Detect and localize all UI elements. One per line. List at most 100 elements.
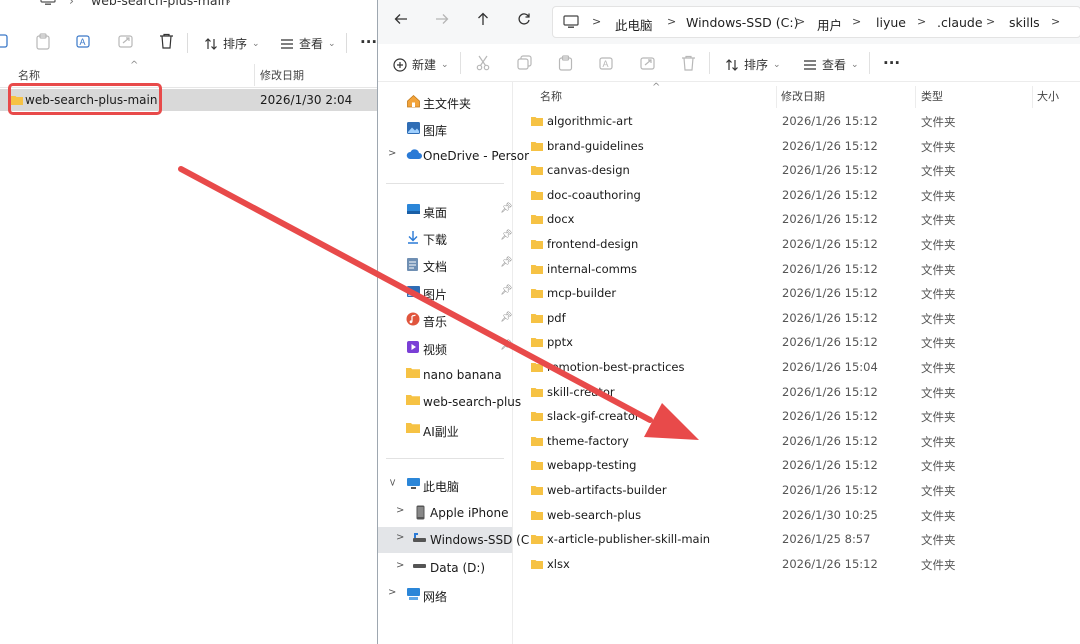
- forward-arrow-icon[interactable]: [435, 12, 449, 29]
- pin-icon[interactable]: 📌︎: [500, 230, 513, 241]
- new-item-icon[interactable]: [0, 33, 10, 49]
- pin-icon[interactable]: 📌︎: [500, 312, 513, 323]
- file-row[interactable]: remotion-best-practices 2026/1/26 15:04 文件…: [514, 355, 1080, 380]
- rename-icon[interactable]: A: [76, 33, 93, 50]
- breadcrumb-this-pc[interactable]: 此电脑: [615, 15, 653, 34]
- rename-icon[interactable]: A: [599, 55, 615, 71]
- chevron-down-icon: ⌄: [773, 59, 781, 70]
- sort-label: 排序: [223, 37, 248, 51]
- file-type: 文件夹: [921, 115, 956, 129]
- share-icon[interactable]: [640, 55, 656, 71]
- nav-item-network[interactable]: > 网络: [378, 582, 512, 608]
- file-date: 2026/1/26 15:04: [782, 360, 878, 374]
- left-toolbar: A 排序 ⌄ 查看 ⌄ ···: [0, 26, 377, 58]
- sort-button[interactable]: 排序 ⌄: [725, 56, 781, 73]
- file-row[interactable]: x-article-publisher-skill-main 2026/1/25 …: [514, 527, 1080, 552]
- file-row[interactable]: web-search-plus 2026/1/30 10:25 文件夹: [514, 503, 1080, 528]
- nav-item-ai[interactable]: AI副业: [378, 417, 512, 443]
- left-address-bar[interactable]: › web-search-plus-main ›: [0, 0, 377, 11]
- file-list: ^ 名称 修改日期 类型 大小 algorithmic-art 2026/1/26…: [514, 82, 1080, 644]
- file-name: skill-creator: [547, 384, 615, 399]
- file-row[interactable]: pdf 2026/1/26 15:12 文件夹: [514, 306, 1080, 331]
- address-bar[interactable]: > 此电脑 > Windows-SSD (C:) > 用户 > liyue > …: [552, 6, 1080, 38]
- file-type: 文件夹: [921, 361, 956, 375]
- nav-item-home[interactable]: 主文件夹: [378, 89, 512, 115]
- nav-label: 图库: [423, 124, 448, 138]
- column-name-header[interactable]: 名称: [18, 67, 40, 83]
- chevron-right-icon: ›: [69, 0, 74, 8]
- cut-icon[interactable]: [476, 55, 490, 71]
- column-type-header[interactable]: 类型: [921, 88, 943, 104]
- pin-icon[interactable]: 📌︎: [500, 257, 513, 268]
- more-button[interactable]: ···: [883, 54, 900, 72]
- breadcrumb-c-drive[interactable]: Windows-SSD (C:): [686, 15, 798, 30]
- up-arrow-icon[interactable]: [476, 12, 490, 29]
- nav-item-downloads[interactable]: 下载 📌︎: [378, 225, 513, 251]
- more-button[interactable]: ···: [360, 33, 377, 51]
- file-row[interactable]: canvas-design 2026/1/26 15:12 文件夹: [514, 158, 1080, 183]
- file-row[interactable]: web-artifacts-builder 2026/1/26 15:12 文件夹: [514, 478, 1080, 503]
- file-row[interactable]: brand-guidelines 2026/1/26 15:12 文件夹: [514, 134, 1080, 159]
- file-row[interactable]: pptx 2026/1/26 15:12 文件夹: [514, 330, 1080, 355]
- nav-item-gallery[interactable]: 图库: [378, 116, 512, 142]
- column-name-header[interactable]: 名称: [540, 88, 562, 104]
- file-row[interactable]: algorithmic-art 2026/1/26 15:12 文件夹: [514, 109, 1080, 134]
- delete-icon[interactable]: [681, 55, 696, 71]
- sort-button[interactable]: 排序 ⌄: [204, 35, 260, 52]
- file-row[interactable]: webapp-testing 2026/1/26 15:12 文件夹: [514, 453, 1080, 478]
- svg-text:A: A: [80, 37, 86, 47]
- nav-label: web-search-plus: [423, 395, 522, 409]
- breadcrumb-users[interactable]: 用户: [817, 15, 842, 34]
- file-row[interactable]: mcp-builder 2026/1/26 15:12 文件夹: [514, 281, 1080, 306]
- copy-icon[interactable]: [517, 55, 532, 70]
- pin-icon[interactable]: 📌︎: [500, 285, 513, 296]
- nav-item-documents[interactable]: 文档 📌︎: [378, 252, 513, 278]
- nav-item-nano-banana[interactable]: nano banana: [378, 362, 512, 388]
- nav-item-desktop[interactable]: 桌面 📌︎: [378, 198, 513, 224]
- nav-item-music[interactable]: 音乐 📌︎: [378, 307, 513, 333]
- file-name: webapp-testing: [547, 458, 637, 473]
- column-date-header[interactable]: 修改日期: [260, 67, 304, 83]
- file-date: 2026/1/30 10:25: [782, 507, 878, 522]
- refresh-icon[interactable]: [517, 12, 531, 29]
- left-path-name[interactable]: web-search-plus-main: [91, 0, 229, 8]
- file-row[interactable]: slack-gif-creator 2026/1/26 15:12 文件夹: [514, 404, 1080, 429]
- navigation-bar: > 此电脑 > Windows-SSD (C:) > 用户 > liyue > …: [378, 0, 1080, 44]
- right-toolbar: 新建 ⌄ A 排序 ⌄ 查看 ⌄ ···: [378, 44, 1080, 82]
- toolbar-divider: [709, 52, 710, 74]
- file-row[interactable]: frontend-design 2026/1/26 15:12 文件夹: [514, 232, 1080, 257]
- share-icon[interactable]: [118, 33, 134, 49]
- file-row[interactable]: xlsx 2026/1/26 15:12 文件夹: [514, 552, 1080, 577]
- view-icon: [804, 59, 816, 70]
- chevron-right-icon: >: [388, 587, 397, 598]
- nav-item-d-drive[interactable]: > Data (D:): [378, 555, 512, 581]
- nav-item-web-search-plus[interactable]: web-search-plus: [378, 389, 521, 415]
- breadcrumb-liyue[interactable]: liyue: [876, 15, 906, 30]
- nav-label: nano banana: [423, 368, 502, 382]
- breadcrumb-skills[interactable]: skills: [1009, 15, 1040, 30]
- back-arrow-icon[interactable]: [394, 12, 408, 29]
- delete-icon[interactable]: [159, 33, 174, 49]
- file-row[interactable]: internal-comms 2026/1/26 15:12 文件夹: [514, 257, 1080, 282]
- view-button[interactable]: 查看 ⌄: [280, 35, 336, 52]
- nav-item-videos[interactable]: 视频 📌︎: [378, 335, 513, 361]
- file-name: frontend-design: [547, 237, 639, 251]
- new-button[interactable]: 新建 ⌄: [393, 56, 449, 73]
- file-row[interactable]: skill-creator 2026/1/26 15:12 文件夹: [514, 380, 1080, 405]
- column-size-header[interactable]: 大小: [1037, 88, 1059, 104]
- pin-icon[interactable]: 📌︎: [500, 340, 513, 351]
- file-row[interactable]: theme-factory 2026/1/26 15:12 文件夹: [514, 429, 1080, 454]
- pin-icon[interactable]: 📌︎: [500, 203, 513, 214]
- nav-item-onedrive[interactable]: > OneDrive - Persor: [378, 143, 529, 169]
- column-date-header[interactable]: 修改日期: [781, 88, 825, 104]
- file-row[interactable]: doc-coauthoring 2026/1/26 15:12 文件夹: [514, 183, 1080, 208]
- breadcrumb-claude[interactable]: .claude: [937, 15, 983, 30]
- nav-item-pictures[interactable]: 图片 📌︎: [378, 280, 513, 306]
- view-button[interactable]: 查看 ⌄: [803, 56, 859, 73]
- paste-icon[interactable]: [35, 33, 51, 50]
- nav-item-iphone[interactable]: > Apple iPhone: [378, 500, 512, 526]
- nav-item-this-pc[interactable]: > 此电脑: [378, 472, 512, 498]
- file-row[interactable]: docx 2026/1/26 15:12 文件夹: [514, 207, 1080, 232]
- nav-item-c-drive[interactable]: > Windows-SSD (C: [378, 527, 529, 553]
- paste-icon[interactable]: [558, 55, 573, 71]
